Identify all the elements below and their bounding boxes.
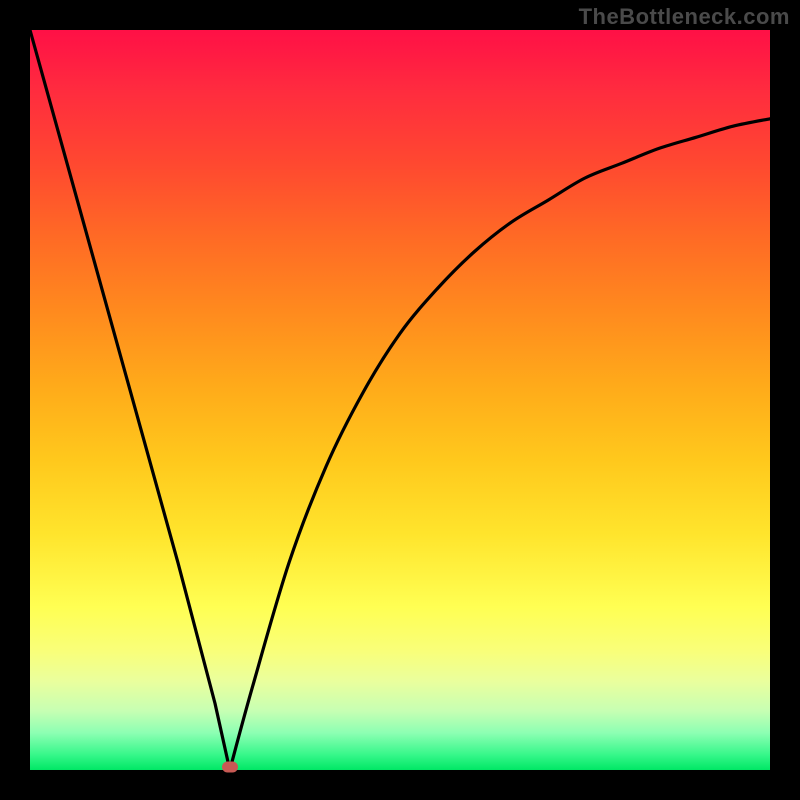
plot-area	[30, 30, 770, 770]
minimum-marker	[222, 762, 238, 773]
chart-frame: TheBottleneck.com	[0, 0, 800, 800]
bottleneck-curve	[30, 30, 770, 770]
watermark-text: TheBottleneck.com	[579, 4, 790, 30]
